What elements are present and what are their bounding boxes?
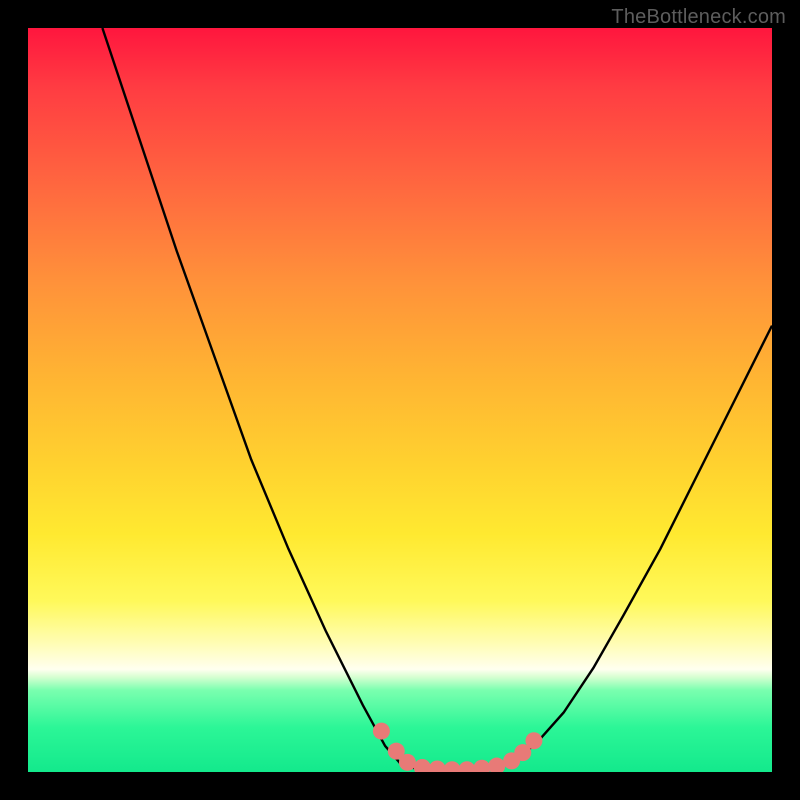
chart-frame: TheBottleneck.com xyxy=(0,0,800,800)
curve-marker xyxy=(373,723,390,740)
curve-marker xyxy=(458,761,475,772)
curve-marker xyxy=(473,760,490,772)
curve-marker xyxy=(488,758,505,772)
curve-marker xyxy=(444,761,461,772)
curve-marker xyxy=(414,759,431,772)
curve-marker xyxy=(399,754,416,771)
curve-marker xyxy=(525,732,542,749)
curve-marker xyxy=(429,761,446,772)
attribution-text: TheBottleneck.com xyxy=(611,6,786,29)
chart-plot-area xyxy=(28,28,772,772)
curve-path xyxy=(102,28,772,771)
marker-group xyxy=(373,723,543,772)
bottleneck-curve xyxy=(28,28,772,772)
